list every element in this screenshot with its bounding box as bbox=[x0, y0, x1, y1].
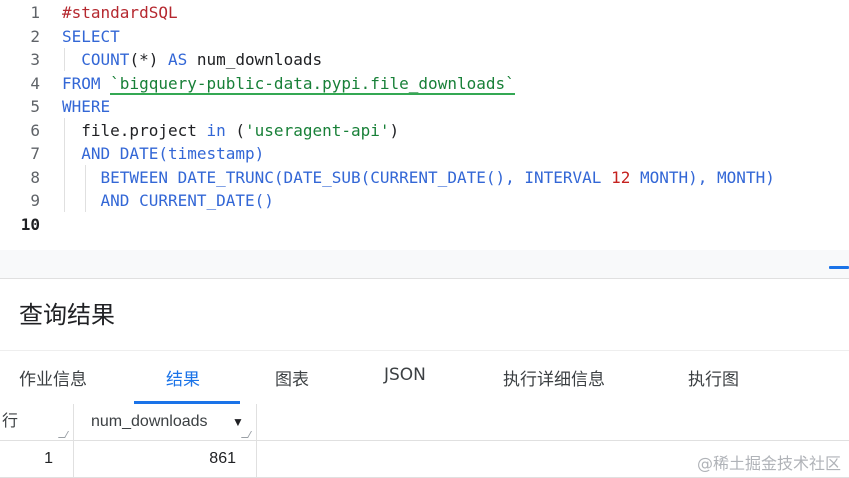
line-number-active: 10 bbox=[20, 214, 40, 234]
sql-editor[interactable]: 1 2 3 4 5 6 7 8 9 10 #standardSQL SELECT … bbox=[0, 0, 849, 250]
code-token: ( bbox=[225, 120, 246, 140]
resize-handle[interactable] bbox=[829, 266, 849, 269]
line-number: 2 bbox=[30, 26, 40, 46]
row-number: 1 bbox=[44, 450, 53, 467]
code-token: num_downloads bbox=[187, 50, 323, 69]
line-number: 3 bbox=[30, 50, 40, 69]
code-token: (*) bbox=[129, 50, 168, 69]
row-number-header: 行 bbox=[0, 404, 74, 440]
code-token: #standardSQL bbox=[62, 3, 178, 22]
line-number: 5 bbox=[30, 97, 40, 116]
code-line[interactable]: COUNT(*) AS num_downloads bbox=[62, 48, 322, 72]
code-token: MONTH), MONTH) bbox=[630, 167, 775, 187]
row-number-cell: 1 bbox=[0, 441, 74, 477]
code-line[interactable]: AND CURRENT_DATE() bbox=[62, 189, 274, 213]
results-tabs: 作业信息 结果 图表 JSON 执行详细信息 执行图 bbox=[0, 350, 849, 406]
line-number-gutter: 1 2 3 4 5 6 7 8 9 10 bbox=[0, 0, 52, 250]
code-token: timestamp bbox=[167, 144, 255, 163]
tab-job-info[interactable]: 作业信息 bbox=[19, 365, 87, 390]
editor-footer bbox=[0, 250, 849, 279]
tab-chart[interactable]: 图表 bbox=[275, 365, 309, 390]
code-token: SELECT bbox=[62, 26, 120, 46]
line-number: 8 bbox=[30, 167, 40, 187]
tab-execution-graph[interactable]: 执行图 bbox=[688, 365, 739, 390]
code-token: AS bbox=[167, 50, 188, 69]
code-line[interactable]: WHERE bbox=[62, 95, 110, 119]
num-downloads-cell[interactable]: 861 bbox=[74, 441, 257, 477]
table-reference: `bigquery-public-data.pypi.file_download… bbox=[110, 73, 515, 95]
code-token: in bbox=[206, 120, 226, 140]
cell-value: 861 bbox=[209, 450, 236, 467]
code-token: 'useragent-api' bbox=[245, 120, 390, 140]
row-header-label: 行 bbox=[2, 413, 19, 430]
tab-results[interactable]: 结果 bbox=[166, 365, 200, 390]
code-area[interactable]: #standardSQL SELECT COUNT(*) AS num_downl… bbox=[62, 0, 849, 250]
code-line[interactable]: SELECT bbox=[62, 25, 120, 49]
code-token: file.project bbox=[62, 120, 207, 140]
code-line[interactable]: BETWEEN DATE_TRUNC(DATE_SUB(CURRENT_DATE… bbox=[62, 166, 775, 190]
watermark: @稀土掘金技术社区 bbox=[696, 454, 841, 473]
column-resize-icon[interactable] bbox=[57, 431, 70, 438]
code-token: FROM bbox=[62, 73, 111, 93]
code-token: AND DATE bbox=[81, 144, 159, 163]
table-header: 行 num_downloads ▼ bbox=[0, 404, 849, 441]
code-line[interactable]: #standardSQL bbox=[62, 1, 178, 25]
code-token: COUNT bbox=[81, 50, 130, 69]
column-header-label: num_downloads bbox=[91, 413, 208, 430]
results-title: 查询结果 bbox=[19, 301, 115, 329]
line-number: 6 bbox=[30, 120, 40, 140]
code-line[interactable]: file.project in ('useragent-api') bbox=[62, 119, 399, 143]
code-token: ) bbox=[389, 120, 400, 140]
line-number: 7 bbox=[30, 144, 40, 163]
code-line[interactable]: FROM `bigquery-public-data.pypi.file_dow… bbox=[62, 72, 515, 96]
line-number: 4 bbox=[30, 73, 40, 93]
line-number: 9 bbox=[30, 191, 40, 210]
code-token: WHERE bbox=[62, 97, 111, 116]
code-token: 12 bbox=[611, 167, 631, 187]
code-token: BETWEEN DATE_TRUNC(DATE_SUB(CURRENT_DATE… bbox=[100, 167, 612, 187]
code-token: ) bbox=[254, 144, 265, 163]
column-header-num-downloads[interactable]: num_downloads ▼ bbox=[74, 404, 257, 440]
line-number: 1 bbox=[30, 3, 40, 22]
code-line[interactable]: AND DATE(timestamp) bbox=[62, 142, 264, 166]
tab-execution-details[interactable]: 执行详细信息 bbox=[503, 365, 605, 390]
code-token: ( bbox=[158, 144, 168, 163]
tab-json[interactable]: JSON bbox=[384, 365, 426, 385]
code-token: AND CURRENT_DATE() bbox=[100, 191, 274, 210]
